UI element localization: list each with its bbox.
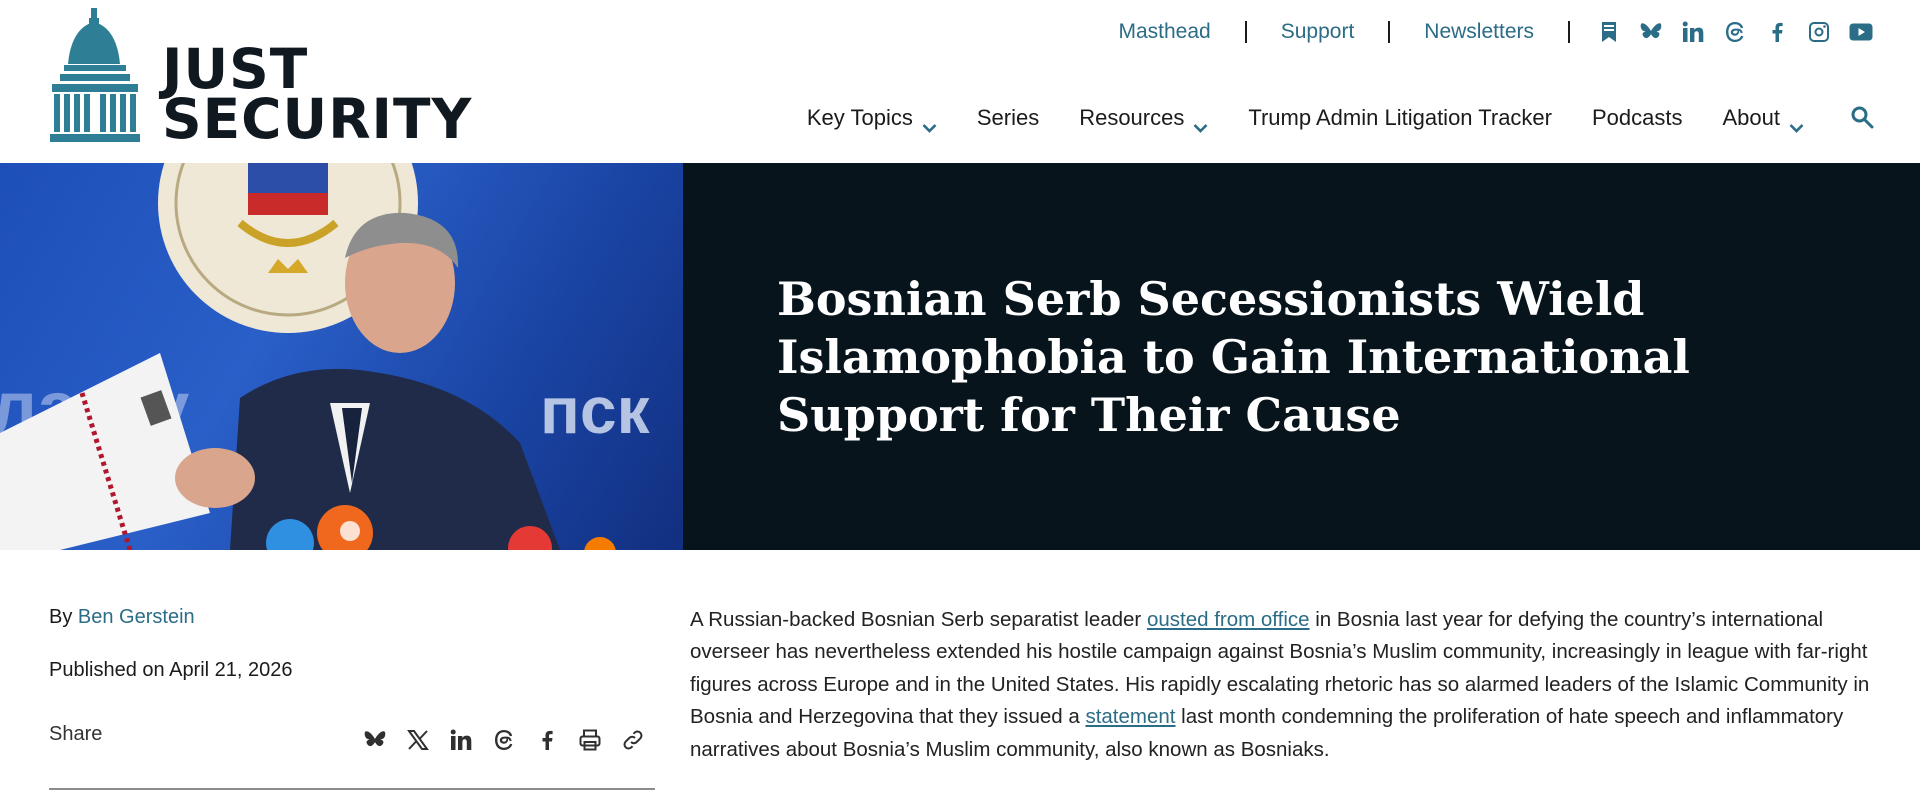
nav-label: About: [1722, 105, 1781, 130]
link-icon[interactable]: [611, 726, 654, 754]
statement-link[interactable]: statement: [1085, 705, 1175, 728]
threads-icon[interactable]: [1714, 18, 1756, 46]
utility-nav: Masthead Support Newsletters: [1117, 18, 1883, 46]
primary-nav: Key Topics Series Resources Trump Admin …: [807, 102, 1876, 134]
nav-label: Key Topics: [806, 105, 913, 130]
ousted-from-office-link[interactable]: ousted from office: [1147, 608, 1310, 631]
published-date: Published on April 21, 2026: [49, 659, 293, 681]
divider: [1388, 21, 1391, 43]
hero-image: ла Ру пск: [0, 163, 683, 550]
share-divider: [49, 788, 655, 790]
nav-about[interactable]: About: [1722, 105, 1805, 133]
nav-resources[interactable]: Resources: [1079, 105, 1208, 133]
support-link[interactable]: Support: [1279, 20, 1357, 44]
linkedin-icon[interactable]: [1672, 18, 1714, 46]
capitol-dome-logo-icon: [50, 8, 140, 142]
nav-key-topics[interactable]: Key Topics: [806, 105, 937, 133]
bluesky-icon[interactable]: [353, 726, 396, 754]
bookmark-icon[interactable]: [1588, 18, 1630, 46]
chevron-down-icon: [922, 113, 937, 133]
press-conference-photo: ла Ру пск: [0, 163, 651, 550]
nav-label: Resources: [1079, 105, 1185, 130]
chevron-down-icon: [1193, 113, 1208, 133]
article-title: Bosnian Serb Secessionists Wield Islamop…: [777, 272, 1690, 442]
youtube-icon[interactable]: [1840, 18, 1882, 46]
print-icon[interactable]: [568, 726, 611, 754]
facebook-icon[interactable]: [525, 726, 568, 754]
article-paragraph: A Russian-backed Bosnian Serb separatist…: [690, 604, 1875, 766]
threads-icon[interactable]: [482, 726, 525, 754]
svg-text:пск: пск: [540, 373, 651, 447]
logo-wordmark: JUST SECURITY: [162, 42, 473, 151]
newsletters-link[interactable]: Newsletters: [1422, 20, 1536, 44]
share-label: Share: [49, 723, 103, 745]
nav-podcasts[interactable]: Podcasts: [1592, 105, 1683, 131]
nav-series[interactable]: Series: [977, 105, 1039, 131]
divider: [1244, 21, 1247, 43]
chevron-down-icon: [1789, 113, 1804, 133]
linkedin-icon[interactable]: [439, 726, 482, 754]
author-link[interactable]: Ben Gerstein: [78, 606, 195, 628]
x-icon[interactable]: [396, 726, 439, 754]
nav-litigation-tracker[interactable]: Trump Admin Litigation Tracker: [1248, 105, 1552, 131]
social-links: [1588, 18, 1882, 46]
site-header: JUST SECURITY Masthead Support Newslette…: [0, 0, 1920, 163]
facebook-icon[interactable]: [1756, 18, 1798, 46]
article-hero: ла Ру пск Bosnian Serb Secessionists Wie…: [0, 163, 1920, 550]
body-text-1: A Russian-backed Bosnian Serb separatist…: [690, 608, 1147, 631]
bluesky-icon[interactable]: [1630, 18, 1672, 46]
instagram-icon[interactable]: [1798, 18, 1840, 46]
byline: By Ben Gerstein: [49, 606, 195, 629]
share-buttons: [353, 726, 654, 754]
logo-line-2: SECURITY: [162, 87, 473, 151]
site-logo[interactable]: JUST SECURITY: [50, 8, 473, 151]
divider: [1568, 21, 1570, 43]
byline-prefix: By: [49, 606, 73, 628]
search-icon[interactable]: [1850, 105, 1876, 131]
masthead-link[interactable]: Masthead: [1117, 20, 1213, 44]
